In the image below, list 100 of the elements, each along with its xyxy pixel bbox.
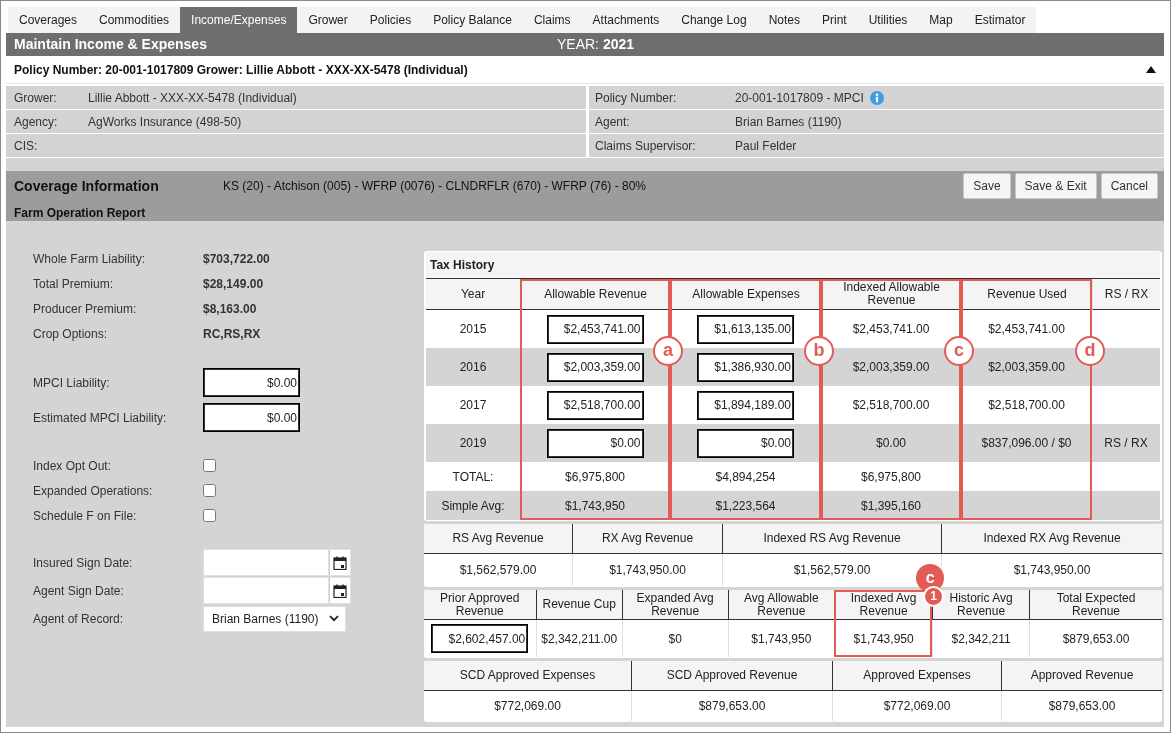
currency-input[interactable]: $1,613,135.00	[697, 314, 794, 344]
column-header: Allowable Revenue	[520, 279, 670, 310]
table-cell: $837,096.00 / $0	[961, 424, 1092, 462]
table-cell: $1,743,950.00	[941, 554, 1162, 586]
field-value: $8,163.00	[203, 300, 257, 318]
column-header: Prior Approved Revenue	[424, 590, 536, 620]
table-cell: $0.00	[821, 424, 961, 462]
field-label: Schedule F on File:	[33, 507, 138, 525]
column-header: RS / RX	[1092, 279, 1160, 310]
currency-input[interactable]: $2,602,457.00	[431, 624, 529, 653]
field-label: Policy Number:	[595, 89, 678, 107]
checkbox[interactable]	[203, 509, 216, 522]
date-field[interactable]	[203, 549, 329, 576]
field-label: Agent of Record:	[33, 610, 125, 628]
field-value: AgWorks Insurance (498-50)	[88, 113, 242, 131]
currency-input[interactable]: $2,518,700.00	[546, 390, 644, 420]
field-value: RC,RS,RX	[203, 325, 261, 343]
tab[interactable]: Grower	[297, 7, 359, 33]
currency-input[interactable]: $0.00	[697, 428, 794, 458]
chevron-down-icon	[329, 615, 339, 622]
tab[interactable]: Utilities	[857, 7, 919, 33]
calendar-button[interactable]	[329, 549, 351, 576]
field-value: Brian Barnes (1190)	[735, 113, 842, 131]
field-label: Expanded Operations:	[33, 482, 154, 500]
tab[interactable]: Policies	[358, 7, 423, 33]
field-label: MPCI Liability:	[33, 374, 111, 392]
field-label: Whole Farm Liability:	[33, 250, 147, 268]
agent-select[interactable]: Brian Barnes (1190)	[203, 605, 346, 632]
coverage-description: KS (20) - Atchison (005) - WFRP (0076) - CLNDRFLR (670) - WFRP (76) - 80%	[223, 178, 646, 195]
field-label: Insured Sign Date:	[33, 554, 134, 572]
table-cell: $1,743,950	[520, 491, 670, 520]
tab[interactable]: Claims	[522, 7, 582, 33]
field-value: 20-001-1017809 - MPCI	[735, 89, 864, 107]
column-header: Avg Allowable Revenue	[727, 590, 835, 620]
calendar-button[interactable]	[329, 577, 351, 604]
table-cell: Simple Avg:	[426, 491, 520, 520]
column-header: RS Avg Revenue	[424, 524, 572, 554]
tab[interactable]: Change Log	[670, 7, 758, 33]
column-header: Indexed RX Avg Revenue	[941, 524, 1162, 554]
field-label: Agent Sign Date:	[33, 582, 125, 600]
year-label: YEAR:	[557, 35, 599, 54]
field-label: Total Premium:	[33, 275, 115, 293]
action-button[interactable]: Cancel	[1100, 173, 1158, 199]
column-header: Expanded Avg Revenue	[621, 590, 728, 620]
policy-summary: Policy Number: 20-001-1017809 Grower: Lillie Abbott - XXX-XX-5478 (Individual)	[14, 61, 468, 79]
field-label: Producer Premium:	[33, 300, 138, 318]
field-value: Lillie Abbott - XXX-XX-5478 (Individual)	[88, 89, 297, 107]
caret-icon[interactable]	[1146, 66, 1156, 73]
field-label: Estimated MPCI Liability:	[33, 409, 168, 427]
table-cell: 2019	[426, 424, 520, 462]
currency-input[interactable]: $2,453,741.00	[546, 314, 644, 344]
calendar-icon	[333, 555, 347, 570]
currency-input[interactable]: $2,003,359.00	[546, 352, 644, 382]
column-header: SCD Approved Revenue	[631, 661, 832, 691]
section-title: Coverage Information	[14, 176, 160, 196]
action-button[interactable]: Save	[963, 173, 1011, 199]
panel-title: Tax History	[426, 252, 1160, 279]
table-cell: $1,223,564	[670, 491, 821, 520]
table-cell: RS / RX	[1092, 424, 1160, 462]
tab[interactable]: Print	[811, 7, 858, 33]
field-label: Grower:	[14, 89, 58, 107]
field-label: Crop Options:	[33, 325, 109, 343]
info-icon[interactable]	[869, 90, 884, 105]
tab[interactable]: Income/Expenses	[180, 7, 298, 33]
tab[interactable]: Policy Balance	[422, 7, 523, 33]
column-header: Allowable Expenses	[670, 279, 821, 310]
currency-input[interactable]: $0.00	[203, 368, 300, 397]
table-cell: 2016	[426, 348, 520, 386]
calendar-icon	[333, 583, 347, 598]
column-header: Indexed Allowable Revenue	[821, 279, 961, 310]
column-header: Revenue Cup	[535, 590, 622, 620]
table-cell: $879,653.00	[1001, 691, 1162, 721]
action-button[interactable]: Save & Exit	[1014, 173, 1097, 199]
currency-input[interactable]: $0.00	[546, 428, 644, 458]
field-label: Agent:	[595, 113, 631, 131]
currency-input[interactable]: $1,894,189.00	[697, 390, 794, 420]
table-cell: $879,653.00	[1029, 620, 1162, 657]
page-title: Maintain Income & Expenses	[13, 35, 208, 54]
field-label: Index Opt Out:	[33, 457, 113, 475]
tab[interactable]: Attachments	[581, 7, 671, 33]
tab[interactable]: Map	[918, 7, 964, 33]
column-header: Year	[426, 279, 520, 310]
currency-input[interactable]: $1,386,930.00	[697, 352, 794, 382]
field-label: Claims Supervisor:	[595, 137, 697, 155]
column-header: RX Avg Revenue	[572, 524, 722, 554]
tab[interactable]: Notes	[757, 7, 811, 33]
section-subtitle: Farm Operation Report	[14, 205, 146, 222]
column-header: Total Expected Revenue	[1029, 590, 1162, 620]
tab[interactable]: Commodities	[88, 7, 181, 33]
column-header: Indexed RS Avg Revenue	[722, 524, 941, 554]
checkbox[interactable]	[203, 459, 216, 472]
currency-input[interactable]: $0.00	[203, 403, 300, 432]
column-header: Revenue Used	[961, 279, 1092, 310]
tab[interactable]: Estimator	[963, 7, 1037, 33]
date-field[interactable]	[203, 577, 329, 604]
table-cell: $1,395,160	[821, 491, 961, 520]
field-label: Agency:	[14, 113, 59, 131]
checkbox[interactable]	[203, 484, 216, 497]
tab[interactable]: Coverages	[8, 7, 89, 33]
year-value: 2021	[603, 35, 635, 54]
